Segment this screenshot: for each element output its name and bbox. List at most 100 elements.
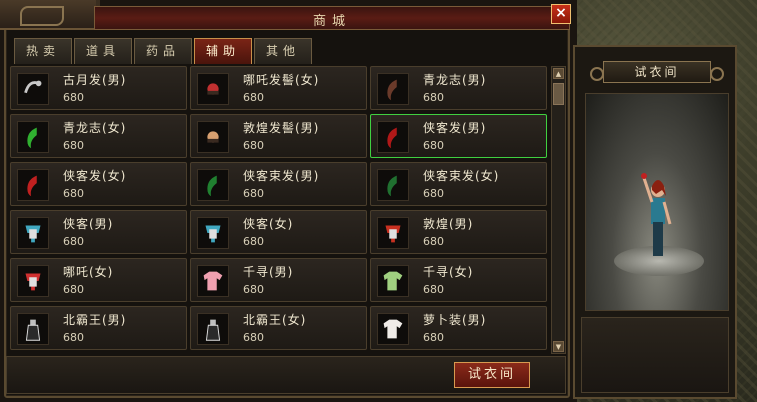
- title-bar[interactable]: 商城: [94, 6, 570, 30]
- character-preview[interactable]: [585, 93, 729, 311]
- item-price: 680: [63, 331, 84, 344]
- character-figure-icon: [641, 173, 672, 256]
- item-name: 侠客(女): [243, 217, 294, 231]
- item-price: 680: [423, 235, 444, 248]
- item-name: 青龙志(女): [63, 121, 127, 135]
- fitting-room-panel: 试衣间: [573, 45, 737, 399]
- scroll-thumb[interactable]: [553, 83, 564, 105]
- hairpin-icon: [207, 83, 219, 95]
- item-slot[interactable]: [377, 265, 409, 297]
- shirt-icon: [383, 319, 403, 339]
- shop-item[interactable]: 青龙志(男) 680: [370, 66, 547, 110]
- shop-item[interactable]: 青龙志(女) 680: [10, 114, 187, 158]
- item-price: 680: [63, 91, 84, 104]
- item-slot[interactable]: [17, 265, 49, 297]
- item-slot[interactable]: [377, 121, 409, 153]
- shop-item[interactable]: 侠客发(男) 680: [370, 114, 547, 158]
- item-price: 680: [423, 283, 444, 296]
- item-price: 680: [423, 139, 444, 152]
- item-slot[interactable]: [197, 265, 229, 297]
- shop-item[interactable]: 侠客束发(女) 680: [370, 162, 547, 206]
- item-name: 萝卜装(男): [423, 313, 487, 327]
- shirt-icon: [383, 271, 403, 291]
- item-name: 侠客束发(男): [243, 169, 320, 183]
- item-price: 680: [63, 187, 84, 200]
- item-slot[interactable]: [197, 121, 229, 153]
- item-grid: 古月发(男) 680 哪吒发髻(女) 680 青龙志(男) 680 青龙志(女) 680 敦煌发…: [10, 66, 548, 354]
- hair-icon: [387, 175, 397, 197]
- shirt-icon: [203, 271, 223, 291]
- item-slot[interactable]: [17, 217, 49, 249]
- item-slot[interactable]: [377, 169, 409, 201]
- shop-item[interactable]: 萝卜装(男) 680: [370, 306, 547, 350]
- shop-item[interactable]: 千寻(男) 680: [190, 258, 367, 302]
- item-slot[interactable]: [17, 73, 49, 105]
- try-on-button[interactable]: 试衣间: [454, 362, 530, 388]
- item-price: 680: [243, 139, 264, 152]
- item-price: 680: [63, 235, 84, 248]
- item-price: 680: [423, 331, 444, 344]
- hair-icon: [27, 127, 37, 149]
- tab-4[interactable]: 其他: [254, 38, 312, 64]
- item-price: 680: [63, 283, 84, 296]
- shop-item[interactable]: 古月发(男) 680: [10, 66, 187, 110]
- shop-item[interactable]: 侠客束发(男) 680: [190, 162, 367, 206]
- category-tabs: 热卖 道具 药品 辅助 其他: [14, 38, 312, 64]
- item-price: 680: [243, 331, 264, 344]
- scroll-down-arrow-icon[interactable]: ▼: [553, 341, 564, 352]
- shop-item[interactable]: 千寻(女) 680: [370, 258, 547, 302]
- item-name: 古月发(男): [63, 73, 127, 87]
- item-slot[interactable]: [17, 169, 49, 201]
- item-slot[interactable]: [197, 217, 229, 249]
- hair-icon: [387, 127, 397, 149]
- window-ornament: [0, 0, 96, 30]
- shop-item[interactable]: 哪吒(女) 680: [10, 258, 187, 302]
- item-name: 敦煌发髻(男): [243, 121, 320, 135]
- scroll-up-arrow-icon[interactable]: ▲: [553, 68, 564, 79]
- armor-icon: [385, 225, 401, 243]
- armor-icon: [25, 273, 41, 291]
- tab-3[interactable]: 辅助: [194, 38, 252, 64]
- shop-item[interactable]: 侠客(男) 680: [10, 210, 187, 254]
- item-name: 哪吒(女): [63, 265, 114, 279]
- item-slot[interactable]: [377, 313, 409, 345]
- robe-icon: [205, 319, 221, 341]
- item-name: 北霸王(男): [63, 313, 127, 327]
- shop-item[interactable]: 北霸王(男) 680: [10, 306, 187, 350]
- item-slot[interactable]: [197, 73, 229, 105]
- item-slot[interactable]: [17, 313, 49, 345]
- shop-item[interactable]: 敦煌发髻(男) 680: [190, 114, 367, 158]
- item-price: 680: [423, 91, 444, 104]
- armor-icon: [25, 225, 41, 243]
- shop-item[interactable]: 北霸王(女) 680: [190, 306, 367, 350]
- fitting-room-title: 试衣间: [590, 61, 724, 83]
- shop-item[interactable]: 侠客(女) 680: [190, 210, 367, 254]
- item-name: 千寻(男): [243, 265, 294, 279]
- item-price: 680: [243, 283, 264, 296]
- item-name: 侠客(男): [63, 217, 114, 231]
- tab-2[interactable]: 药品: [134, 38, 192, 64]
- fitting-room-footer: [581, 317, 729, 393]
- item-price: 680: [243, 187, 264, 200]
- item-slot[interactable]: [197, 313, 229, 345]
- item-name: 千寻(女): [423, 265, 474, 279]
- hairpin-icon: [207, 131, 219, 143]
- item-name: 哪吒发髻(女): [243, 73, 320, 87]
- tab-1[interactable]: 道具: [74, 38, 132, 64]
- shop-item[interactable]: 侠客发(女) 680: [10, 162, 187, 206]
- scrollbar[interactable]: ▲ ▼: [551, 66, 566, 354]
- hair-icon: [207, 175, 217, 197]
- tab-0[interactable]: 热卖: [14, 38, 72, 64]
- item-name: 侠客发(男): [423, 121, 487, 135]
- armor-icon: [205, 225, 221, 243]
- item-name: 侠客束发(女): [423, 169, 500, 183]
- item-slot[interactable]: [377, 217, 409, 249]
- item-slot[interactable]: [197, 169, 229, 201]
- item-slot[interactable]: [17, 121, 49, 153]
- item-slot[interactable]: [377, 73, 409, 105]
- close-button[interactable]: ×: [551, 4, 571, 24]
- item-name: 侠客发(女): [63, 169, 127, 183]
- shop-item[interactable]: 敦煌(男) 680: [370, 210, 547, 254]
- shop-item[interactable]: 哪吒发髻(女) 680: [190, 66, 367, 110]
- item-name: 青龙志(男): [423, 73, 487, 87]
